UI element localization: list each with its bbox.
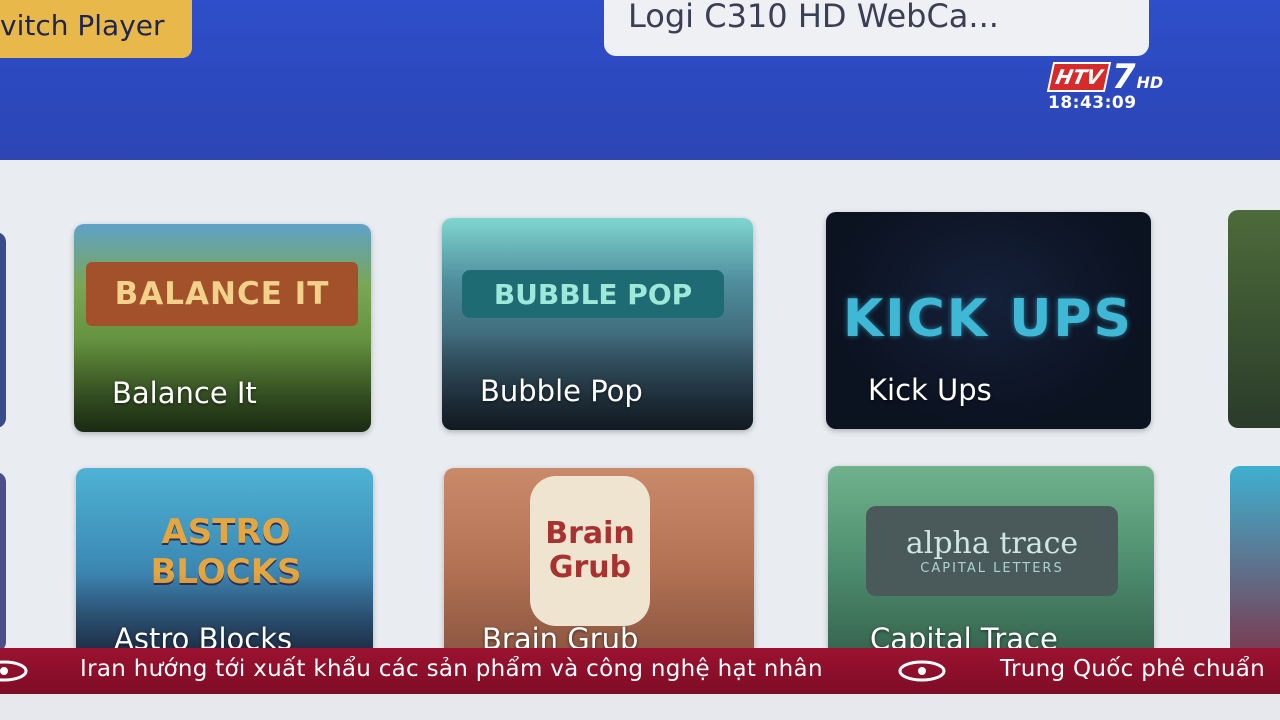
game-title-balance-it: Balance It — [112, 376, 257, 410]
channel-hd: HD — [1136, 72, 1164, 92]
game-title-bubble-pop: Bubble Pop — [480, 374, 643, 408]
ticker-headline-1: Iran hướng tới xuất khẩu các sản phẩm và… — [80, 656, 823, 682]
game-card-partial-left-1[interactable] — [0, 232, 6, 428]
balance-it-banner: BALANCE IT — [86, 262, 358, 326]
htv-ticker-logo-icon — [898, 660, 946, 682]
switch-player-button[interactable]: vitch Player — [0, 0, 192, 58]
game-card-partial-right-1[interactable] — [1228, 210, 1280, 428]
game-card-balance-it[interactable]: BALANCE IT Balance It — [74, 224, 371, 432]
switch-player-label: vitch Player — [0, 9, 165, 42]
channel-logo-text: HTV — [1046, 62, 1112, 92]
game-card-astro-blocks[interactable]: ASTRO BLOCKS Astro Blocks — [76, 468, 373, 658]
camera-label: Logi C310 HD WebCa... — [628, 0, 999, 35]
htv-ticker-logo-icon — [0, 660, 28, 682]
capital-trace-banner: alpha trace CAPITAL LETTERS — [866, 506, 1118, 596]
game-card-partial-left-2[interactable] — [0, 472, 6, 652]
game-title-kick-ups: Kick Ups — [868, 373, 992, 407]
game-card-kick-ups[interactable]: KICK UPS Kick Ups — [826, 212, 1151, 429]
broadcast-clock: 18:43:09 — [1048, 93, 1137, 113]
game-card-partial-right-2[interactable] — [1230, 466, 1280, 656]
channel-logo: HTV 7 HD — [1046, 57, 1164, 97]
game-card-brain-grub[interactable]: Brain Grub Brain Grub — [444, 468, 754, 658]
channel-bug: HTV 7 HD 18:43:09 — [1046, 60, 1206, 120]
bottom-strip — [0, 694, 1280, 720]
news-ticker: Iran hướng tới xuất khẩu các sản phẩm và… — [0, 648, 1280, 694]
camera-selector[interactable]: Logi C310 HD WebCa... — [604, 0, 1149, 56]
bubble-pop-banner: BUBBLE POP — [462, 270, 724, 318]
ticker-headline-2: Trung Quốc phê chuẩn — [1000, 656, 1266, 682]
top-header: vitch Player Logi C310 HD WebCa... HTV 7… — [0, 0, 1280, 160]
game-card-capital-trace[interactable]: alpha trace CAPITAL LETTERS Capital Trac… — [828, 466, 1154, 658]
brain-grub-banner: Brain Grub — [530, 476, 650, 626]
channel-number: 7 — [1111, 57, 1136, 97]
game-card-bubble-pop[interactable]: BUBBLE POP Bubble Pop — [442, 218, 753, 430]
kick-ups-banner: KICK UPS — [843, 289, 1133, 349]
